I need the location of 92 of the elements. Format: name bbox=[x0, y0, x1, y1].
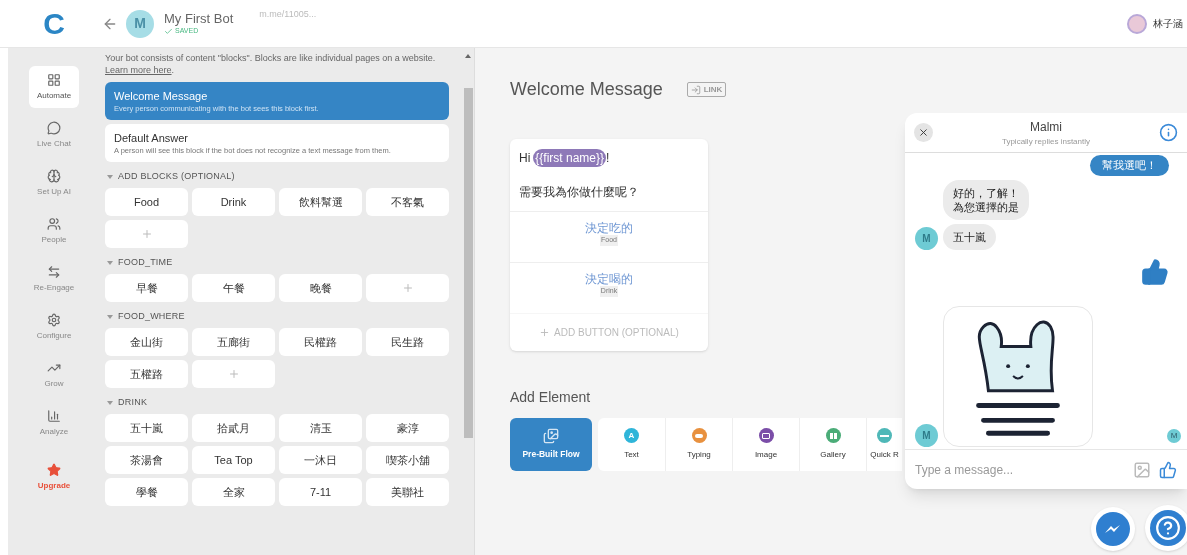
block-tile[interactable]: 茶湯會 bbox=[105, 446, 188, 474]
section-title: DRINK bbox=[118, 396, 148, 410]
bot-avatar: M bbox=[915, 226, 938, 250]
greeting-text: Hi bbox=[519, 150, 531, 167]
block-tile[interactable]: 民權路 bbox=[279, 328, 362, 356]
plus-icon bbox=[140, 228, 153, 240]
messenger-button[interactable] bbox=[1096, 512, 1130, 546]
message-text: 需要我為你做什麼呢？ bbox=[519, 184, 640, 201]
grid-icon bbox=[47, 72, 61, 87]
block-tile[interactable]: 五權路 bbox=[105, 360, 188, 388]
help-icon bbox=[1155, 515, 1181, 541]
pre-built-flow-button[interactable]: Pre-Built Flow bbox=[510, 418, 592, 471]
flow-icon bbox=[543, 428, 559, 445]
logo[interactable]: C bbox=[43, 8, 65, 39]
block-tile[interactable]: 美聯社 bbox=[366, 478, 450, 506]
bot-avatar: M bbox=[126, 9, 154, 38]
element-button[interactable]: Quick R bbox=[866, 418, 902, 471]
block-tile[interactable]: 金山街 bbox=[105, 328, 188, 356]
block-tile[interactable]: 五廊街 bbox=[192, 328, 275, 356]
block-tile[interactable]: 豪淳 bbox=[366, 414, 450, 442]
element-button[interactable]: Typing bbox=[665, 418, 732, 471]
block-tile[interactable]: 拾貳月 bbox=[192, 414, 275, 442]
intro-text: Your bot consists of content "blocks". Blocks are like individual pages on a website. Learn more here. bbox=[105, 52, 437, 76]
greeting-end: ! bbox=[606, 150, 610, 167]
thumbs-up-icon bbox=[1141, 257, 1169, 286]
collapse-triangle-icon[interactable] bbox=[107, 315, 113, 319]
collapse-triangle-icon[interactable] bbox=[107, 175, 113, 179]
message-input[interactable]: Type a message... bbox=[915, 460, 1125, 479]
chat-subtitle: Typically replies instantly bbox=[1001, 135, 1090, 148]
block-tile[interactable]: 全家 bbox=[192, 478, 275, 506]
element-button[interactable]: A Text bbox=[598, 418, 665, 471]
arrows-icon bbox=[47, 264, 61, 279]
block-tile[interactable]: 學餐 bbox=[105, 478, 188, 506]
check-icon bbox=[164, 26, 173, 36]
block-title: Welcome Message bbox=[510, 78, 663, 101]
text-element-icon: A bbox=[624, 428, 639, 443]
people-icon bbox=[47, 216, 61, 231]
collapse-triangle-icon[interactable] bbox=[107, 261, 113, 265]
block-tile[interactable]: 一沐日 bbox=[279, 446, 362, 474]
collapse-triangle-icon[interactable] bbox=[107, 401, 113, 405]
block-tile[interactable]: 飲料幫選 bbox=[279, 188, 362, 216]
lightning-icon bbox=[1104, 523, 1122, 535]
bot-name: My First Bot bbox=[164, 10, 234, 26]
scroll-up-arrow-icon[interactable] bbox=[465, 54, 471, 58]
section-title: ADD BLOCKS (OPTIONAL) bbox=[118, 170, 235, 184]
section-title: FOOD_TIME bbox=[118, 256, 173, 270]
block-tile[interactable]: 午餐 bbox=[192, 274, 275, 302]
gear-icon bbox=[47, 312, 61, 327]
help-button[interactable] bbox=[1150, 510, 1186, 546]
close-button[interactable] bbox=[914, 123, 933, 142]
block-tile[interactable]: 五十嵐 bbox=[105, 414, 188, 442]
add-element-title: Add Element bbox=[510, 388, 592, 407]
chat-name: Malmi bbox=[1030, 118, 1062, 136]
star-icon bbox=[47, 462, 61, 477]
learn-more-link[interactable]: Learn more here bbox=[105, 65, 172, 75]
element-button[interactable]: Image bbox=[732, 418, 799, 471]
block-tile[interactable]: 早餐 bbox=[105, 274, 188, 302]
variable-chip[interactable]: {{first name}} bbox=[533, 149, 607, 167]
read-receipt-avatar: M bbox=[1167, 429, 1181, 443]
section-title: FOOD_WHERE bbox=[118, 310, 185, 324]
user-avatar[interactable] bbox=[1127, 13, 1147, 34]
plus-icon bbox=[401, 282, 414, 294]
block-tile[interactable]: 不客氣 bbox=[366, 188, 450, 216]
user-name[interactable]: 林子涵 bbox=[1153, 16, 1183, 31]
add-block-button[interactable] bbox=[366, 274, 450, 302]
add-block-button[interactable] bbox=[192, 360, 275, 388]
chat-bubble-icon bbox=[47, 120, 61, 135]
element-button[interactable]: Gallery bbox=[799, 418, 866, 471]
nav-item[interactable]: Automate bbox=[29, 66, 79, 108]
block-tile[interactable]: 民生路 bbox=[366, 328, 450, 356]
block-tile[interactable]: 晚餐 bbox=[279, 274, 362, 302]
close-icon bbox=[918, 127, 929, 138]
bot-avatar: M bbox=[915, 423, 938, 447]
user-message-bubble: 幫我選吧！ bbox=[1090, 155, 1169, 176]
block-tile[interactable]: Food bbox=[105, 188, 188, 216]
block-tile[interactable]: Tea Top bbox=[192, 446, 275, 474]
block-tile[interactable]: Drink bbox=[192, 188, 275, 216]
brain-icon bbox=[47, 168, 61, 183]
plus-icon bbox=[227, 368, 240, 380]
info-icon[interactable] bbox=[1159, 123, 1178, 142]
add-block-button[interactable] bbox=[105, 220, 188, 248]
bot-message-bubble: 五十嵐 bbox=[943, 223, 996, 250]
link-arrow-icon bbox=[690, 84, 701, 95]
image-icon[interactable] bbox=[1133, 460, 1151, 479]
block-tile[interactable]: 喫茶小舖 bbox=[366, 446, 450, 474]
thumbs-up-icon[interactable] bbox=[1159, 460, 1177, 479]
scrollbar-thumb[interactable] bbox=[463, 88, 473, 438]
plus-icon bbox=[539, 327, 551, 338]
bot-message-bubble: 好的，了解！ 為您選擇的是 bbox=[943, 179, 1029, 220]
block-tile[interactable]: 7-11 bbox=[279, 478, 362, 506]
block-tile[interactable]: 清玉 bbox=[279, 414, 362, 442]
bar-chart-icon bbox=[47, 408, 61, 423]
